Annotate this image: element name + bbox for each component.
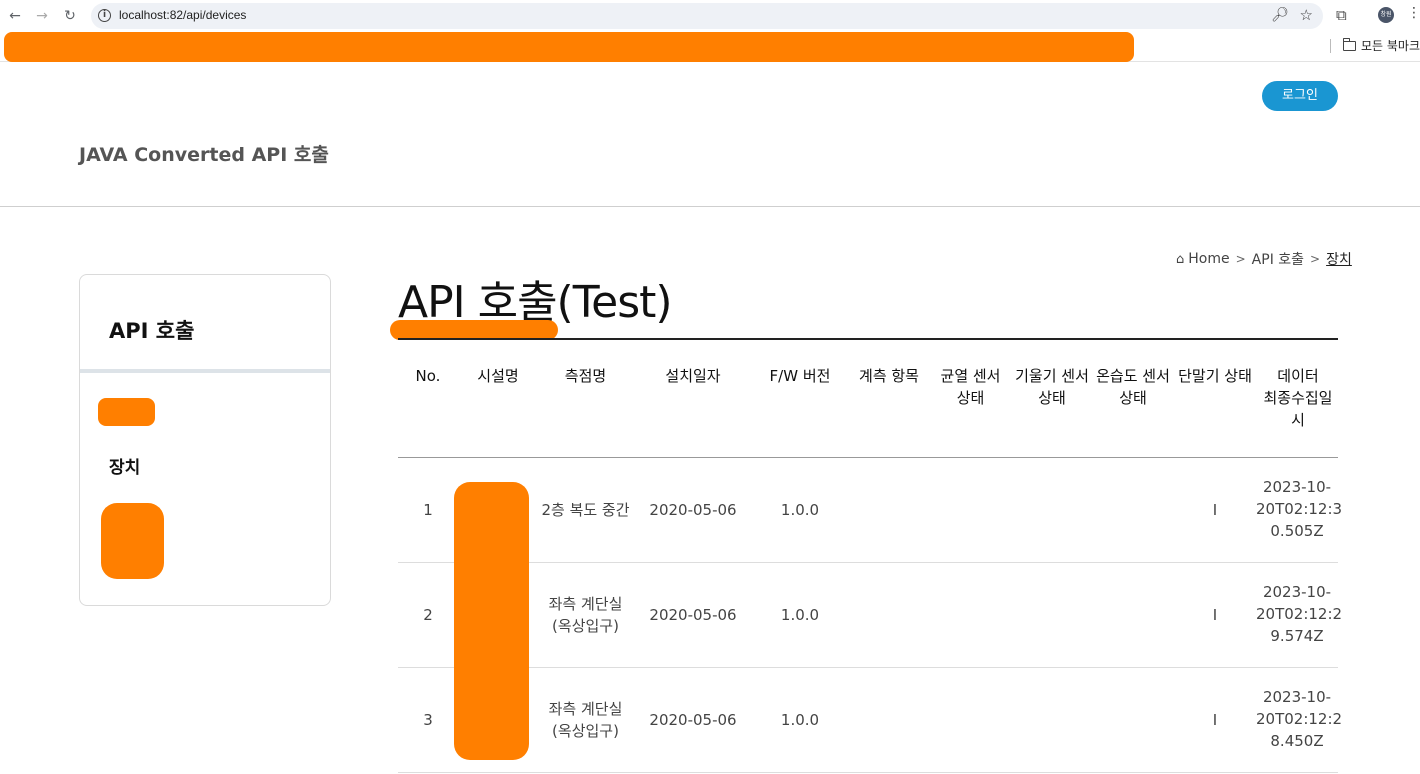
cell-last-collected: 2023-10- 20T02:12:3 0.505Z — [1256, 478, 1343, 540]
profile-avatar[interactable]: 창원 — [1378, 7, 1394, 23]
site-header: 로그인 JAVA Converted API 호출 — [0, 62, 1420, 207]
th-tilt-sensor: 기울기 센서 상태 — [1015, 367, 1089, 407]
cell-fw-version: 1.0.0 — [780, 606, 820, 624]
cell-last-collected: 2023-10- 20T02:12:2 8.450Z — [1256, 688, 1343, 750]
redacted-menu-item — [101, 503, 164, 579]
sidebar: API 호출 장치 — [79, 274, 331, 606]
chevron-right-icon: > — [1235, 252, 1246, 266]
all-bookmarks-button[interactable]: 모든 북마크 — [1342, 37, 1420, 54]
login-button[interactable]: 로그인 — [1262, 81, 1338, 111]
cell-terminal-status: I — [1212, 711, 1218, 729]
cell-no: 1 — [423, 501, 433, 519]
cell-install-date: 2020-05-06 — [649, 711, 737, 729]
cell-terminal-status: I — [1212, 501, 1218, 519]
th-fw-version: F/W 버전 — [769, 367, 831, 385]
redacted-menu-item — [98, 398, 155, 426]
address-bar[interactable]: i localhost:82/api/devices 🔎︎ ☆ — [91, 3, 1323, 29]
th-point: 측점명 — [564, 367, 607, 385]
th-thermo-sensor: 온습도 센서 상태 — [1096, 367, 1170, 407]
redacted-facility-names — [454, 482, 529, 760]
url-text[interactable]: localhost:82/api/devices — [119, 8, 246, 22]
redacted-title-mark — [390, 320, 558, 340]
th-last-collected: 데이터 최종수집일 시 — [1263, 367, 1333, 429]
zoom-icon[interactable]: 🔎︎ — [1271, 7, 1289, 23]
cell-last-collected: 2023-10- 20T02:12:2 9.574Z — [1256, 583, 1343, 645]
browser-menu-icon[interactable]: ⋮ — [1407, 5, 1420, 21]
cell-no: 2 — [423, 606, 433, 624]
sidebar-title: API 호출 — [109, 319, 195, 343]
breadcrumb: ⌂ Home > API 호출 > 장치 — [1176, 249, 1352, 269]
site-title[interactable]: JAVA Converted API 호출 — [79, 140, 329, 167]
cell-fw-version: 1.0.0 — [780, 501, 820, 519]
breadcrumb-home[interactable]: Home — [1188, 251, 1229, 267]
table-row[interactable]: 1 2층 복도 중간 2020-05-06 1.0.0 I 2023-10- 20… — [398, 458, 1343, 563]
cell-point: 2층 복도 중간 — [541, 501, 630, 519]
cell-point: 좌측 계단실 (옥상입구) — [548, 700, 623, 740]
th-facility: 시설명 — [477, 367, 519, 385]
browser-chrome: ← → ↻ i localhost:82/api/devices 🔎︎ ☆ ⧉ … — [0, 0, 1420, 62]
reload-icon[interactable]: ↻ — [60, 6, 80, 26]
table-row[interactable]: 2 좌측 계단실 (옥상입구) 2020-05-06 1.0.0 I 2023-1… — [398, 563, 1343, 668]
th-crack-sensor: 균열 센서 상태 — [940, 367, 1001, 407]
home-icon[interactable]: ⌂ — [1176, 252, 1184, 267]
th-no: No. — [415, 367, 441, 385]
table-row[interactable]: 3 좌측 계단실 (옥상입구) 2020-05-06 1.0.0 I 2023-1… — [398, 668, 1343, 773]
cell-install-date: 2020-05-06 — [649, 501, 737, 519]
table-header: No. 시설명 측점명 설치일자 F/W 버전 계측 항목 균열 센서 상태 기울… — [398, 340, 1338, 458]
redacted-bookmarks — [4, 32, 1134, 62]
th-install-date: 설치일자 — [665, 367, 721, 385]
chevron-right-icon: > — [1310, 252, 1321, 266]
sidebar-item-devices[interactable]: 장치 — [109, 453, 140, 478]
cell-install-date: 2020-05-06 — [649, 606, 737, 624]
bookmark-star-icon[interactable]: ☆ — [1300, 6, 1313, 24]
sidebar-divider — [80, 369, 330, 373]
cell-no: 3 — [423, 711, 433, 729]
extensions-icon[interactable]: ⧉ — [1336, 6, 1347, 24]
folder-icon — [1342, 37, 1356, 51]
site-info-icon[interactable]: i — [98, 9, 111, 22]
bookmark-separator — [1330, 39, 1331, 53]
th-measure-items: 계측 항목 — [859, 367, 919, 385]
cell-fw-version: 1.0.0 — [780, 711, 820, 729]
back-arrow-icon[interactable]: ← — [5, 6, 25, 26]
cell-point: 좌측 계단실 (옥상입구) — [548, 595, 623, 635]
breadcrumb-current[interactable]: 장치 — [1326, 249, 1352, 269]
cell-terminal-status: I — [1212, 606, 1218, 624]
all-bookmarks-label: 모든 북마크 — [1361, 39, 1420, 53]
forward-arrow-icon[interactable]: → — [32, 6, 52, 26]
th-terminal-status: 단말기 상태 — [1178, 367, 1252, 385]
breadcrumb-api[interactable]: API 호출 — [1252, 249, 1304, 269]
